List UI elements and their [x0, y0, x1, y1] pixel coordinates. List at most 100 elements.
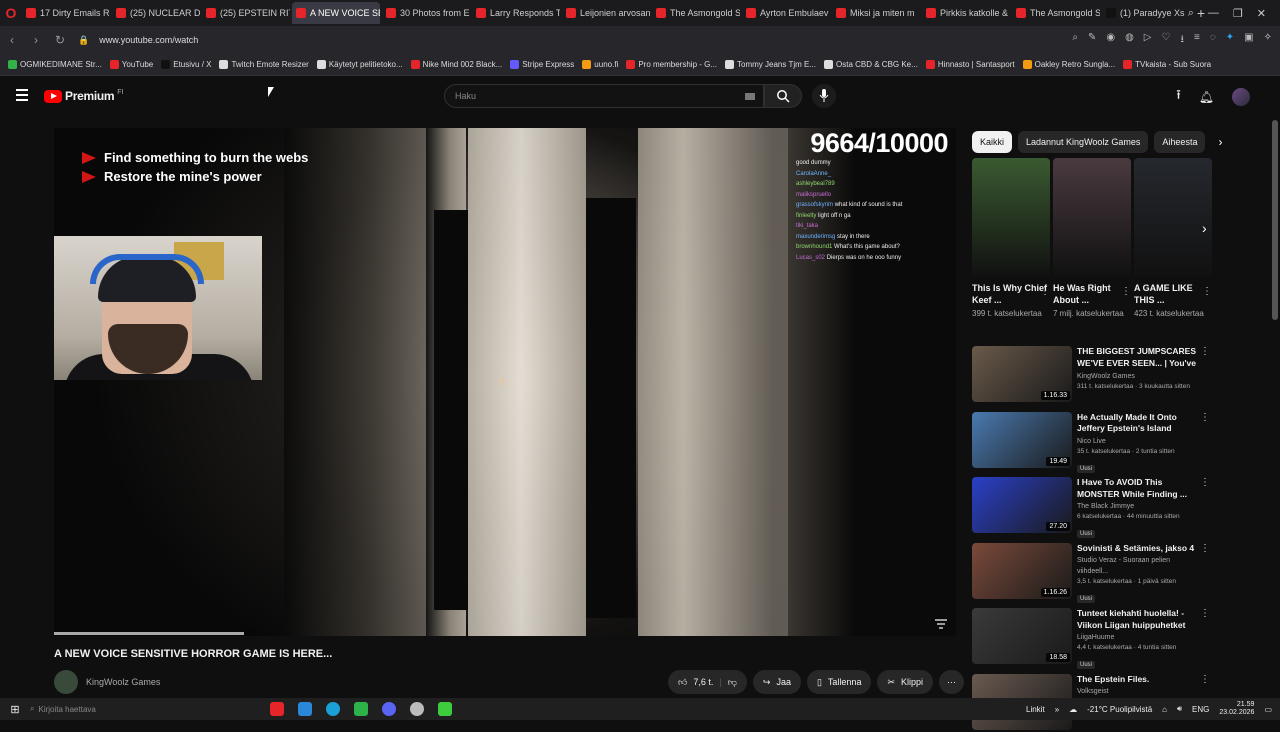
search-input[interactable]: [445, 85, 725, 107]
filter-icon[interactable]: [934, 618, 948, 630]
play-icon[interactable]: ▷: [1144, 32, 1152, 49]
profile-icon[interactable]: ◌: [1210, 32, 1216, 49]
app-icon[interactable]: [298, 702, 312, 716]
network-icon[interactable]: ⌂: [1162, 705, 1167, 714]
speaker-icon[interactable]: 🔊︎: [1177, 704, 1182, 714]
more-button[interactable]: ⋯: [939, 670, 965, 694]
recommendation-item[interactable]: 1.16.33 THE BIGGEST JUMPSCARES WE'VE EVER…: [972, 346, 1216, 404]
kebab-menu-icon[interactable]: ⋮: [1200, 346, 1210, 357]
channel-name[interactable]: The Black Jimmye: [1077, 501, 1203, 512]
opera-app-icon[interactable]: [270, 702, 284, 716]
browser-tab[interactable]: (1) Paradyye Xs: [1102, 2, 1190, 24]
save-button[interactable]: ▯ Tallenna: [806, 670, 872, 694]
video-progress-bar[interactable]: [54, 632, 244, 635]
reload-icon[interactable]: ↻: [48, 33, 72, 47]
language-indicator[interactable]: ENG: [1192, 705, 1209, 714]
browser-tab[interactable]: Leijonien arvosan: [562, 2, 650, 24]
thumbs-down-icon[interactable]: 👎︎: [728, 677, 737, 688]
channel-name[interactable]: Studio Veraz - Suoraan pelien viihdeell.…: [1077, 555, 1203, 577]
youtube-logo[interactable]: Premium FI: [44, 89, 124, 103]
bookmark-item[interactable]: Hinnasto | Santasport: [925, 60, 1015, 69]
browser-tab[interactable]: The Asmongold S: [652, 2, 740, 24]
avatar[interactable]: [1232, 88, 1250, 106]
bookmark-item[interactable]: Osta CBD & CBG Ke...: [824, 60, 918, 69]
bookmark-item[interactable]: Pro membership - G...: [626, 60, 717, 69]
chevron-right-icon[interactable]: ›: [1202, 220, 1207, 236]
back-icon[interactable]: ‹: [0, 33, 24, 47]
shield-icon[interactable]: ◍: [1125, 32, 1134, 49]
kebab-menu-icon[interactable]: ⋮: [1200, 412, 1210, 423]
filter-chip[interactable]: Aiheesta: [1154, 131, 1206, 153]
bookmark-item[interactable]: Twitch Emote Resizer: [219, 60, 309, 69]
bookmark-item[interactable]: Käytetyt pelitietoko...: [316, 60, 403, 69]
browser-tab[interactable]: Pirkkis katkolle &: [922, 2, 1010, 24]
app-icon[interactable]: [354, 702, 368, 716]
browser-tab[interactable]: 30 Photos from E: [382, 2, 470, 24]
recommendation-item[interactable]: 27.20 I Have To AVOID This MONSTER While …: [972, 477, 1216, 538]
edit-icon[interactable]: ✎: [1088, 32, 1096, 49]
browser-tab[interactable]: Larry Responds T: [472, 2, 560, 24]
edge-app-icon[interactable]: [326, 702, 340, 716]
menu-icon[interactable]: [16, 89, 28, 104]
kebab-menu-icon[interactable]: ⋮: [1200, 674, 1210, 685]
opera-logo-icon[interactable]: O: [0, 0, 22, 26]
video-thumbnail[interactable]: 1.16.26: [972, 542, 1072, 599]
kebab-menu-icon[interactable]: ⋮: [1200, 477, 1210, 488]
keyboard-icon[interactable]: [745, 93, 755, 100]
notification-center-icon[interactable]: ▭: [1264, 705, 1272, 714]
bookmark-item[interactable]: Nike Mind 002 Black...: [410, 60, 502, 69]
search-button[interactable]: [764, 84, 802, 108]
video-thumbnail[interactable]: 27.20: [972, 477, 1072, 533]
browser-tab[interactable]: (25) NUCLEAR DR: [112, 2, 200, 24]
kebab-menu-icon[interactable]: ⋮: [1202, 286, 1212, 297]
minimize-icon[interactable]: —: [1208, 7, 1219, 19]
search-icon[interactable]: ⌕: [1072, 32, 1078, 49]
bookmark-item[interactable]: TVkaista - Sub Suora: [1123, 60, 1211, 69]
browser-tab[interactable]: 17 Dirty Emails Re: [22, 2, 110, 24]
links-toolbar[interactable]: Linkit: [1026, 705, 1045, 714]
kebab-menu-icon[interactable]: ⋮: [1200, 608, 1210, 619]
video-player[interactable]: Find something to burn the webs Restore …: [54, 128, 956, 636]
close-icon[interactable]: ✕: [1257, 7, 1266, 20]
notifications-icon[interactable]: 🔔︎: [1199, 90, 1214, 104]
heart-icon[interactable]: ♡: [1162, 32, 1171, 49]
download-icon[interactable]: ⭳: [1180, 32, 1184, 49]
bookmark-item[interactable]: Tommy Jeans Tjm E...: [725, 60, 816, 69]
short-thumbnail[interactable]: [1053, 158, 1131, 276]
bookmark-item[interactable]: YouTube: [109, 60, 153, 69]
browser-tab[interactable]: Miksi ja miten m: [832, 2, 920, 24]
menu-icon[interactable]: ≡: [1194, 32, 1200, 49]
maximize-icon[interactable]: ❐: [1233, 7, 1243, 20]
video-thumbnail[interactable]: 18.58: [972, 608, 1072, 664]
ai-icon[interactable]: ✧: [1264, 32, 1272, 49]
short-thumbnail[interactable]: [1134, 158, 1212, 276]
recommendation-item[interactable]: 18.58 Tunteet kiehahti huolella! - Viikon…: [972, 608, 1216, 669]
extension-icon[interactable]: ✦: [1226, 32, 1234, 49]
weather-text[interactable]: -21°C Puolipilvistä: [1087, 705, 1152, 714]
video-thumbnail[interactable]: 1.16.33: [972, 346, 1072, 402]
forward-icon[interactable]: ›: [24, 33, 48, 47]
upload-icon[interactable]: ⭱: [1176, 86, 1181, 108]
camera-icon[interactable]: ◉: [1106, 32, 1115, 49]
bookmark-item[interactable]: Etusivu / X: [161, 60, 211, 69]
kebab-menu-icon[interactable]: ⋮: [1040, 286, 1050, 297]
share-button[interactable]: ↪ Jaa: [752, 670, 801, 694]
kebab-menu-icon[interactable]: ⋮: [1200, 543, 1210, 554]
recommendation-item[interactable]: 1.16.26 Sovinisti & Setämies, jakso 4 Stud…: [972, 542, 1216, 603]
browser-tab[interactable]: Ayrton Embulaev: [742, 2, 830, 24]
browser-tab[interactable]: The Asmongold S: [1012, 2, 1100, 24]
clock[interactable]: 21.59 23.02.2026: [1219, 701, 1254, 717]
browser-tab[interactable]: A NEW VOICE SENSITI: [292, 2, 380, 24]
bookmark-item[interactable]: Stripe Express: [510, 60, 574, 69]
channel-name[interactable]: KingWoolz Games: [1077, 371, 1203, 382]
voice-search-button[interactable]: [812, 84, 836, 108]
filter-chip[interactable]: Ladannut KingWoolz Games: [1018, 131, 1149, 153]
channel-name[interactable]: Volksgeist: [1077, 686, 1203, 697]
bookmark-item[interactable]: OGMIKEDIMANE Str...: [8, 60, 102, 69]
app-icon[interactable]: [438, 702, 452, 716]
channel-name[interactable]: Nico Live: [1077, 436, 1203, 447]
like-button[interactable]: 👍︎ 7,6 t. | 👎︎: [668, 670, 747, 694]
chevron-icon[interactable]: »: [1055, 705, 1059, 714]
app-icon[interactable]: [410, 702, 424, 716]
page-scrollbar[interactable]: [1272, 120, 1278, 320]
